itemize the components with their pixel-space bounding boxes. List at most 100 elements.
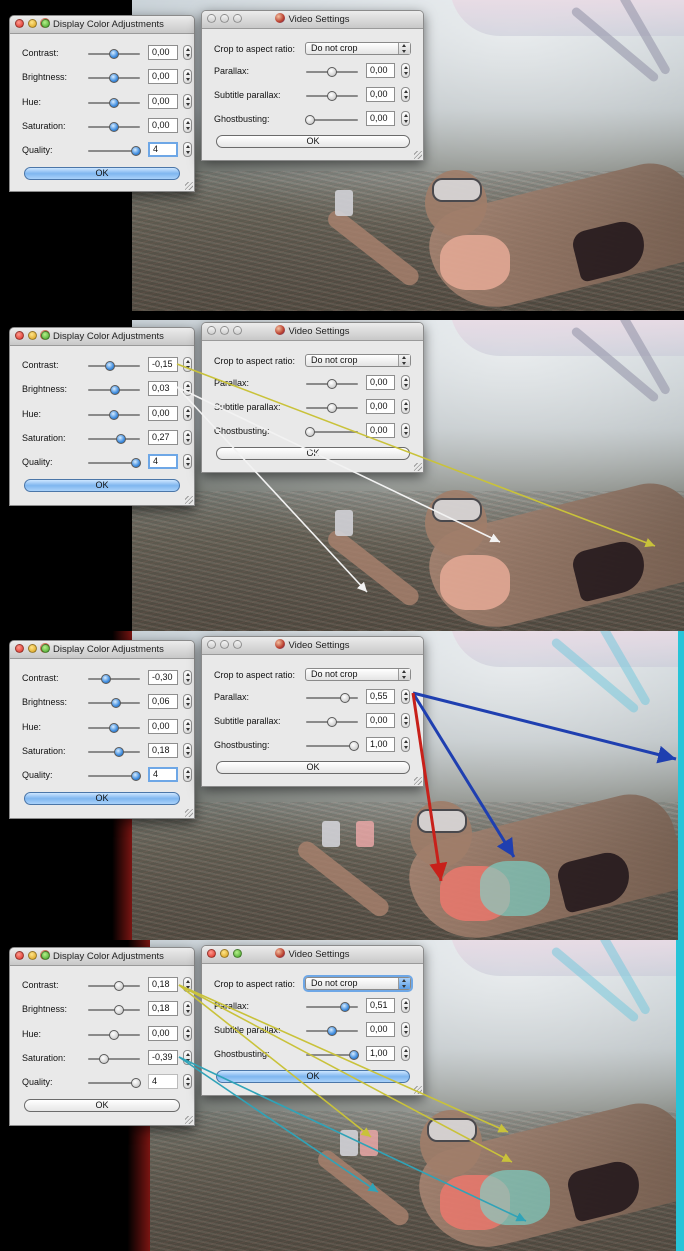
quality-value[interactable]: 4 <box>148 142 178 157</box>
slider-knob[interactable] <box>130 146 141 156</box>
ok-button[interactable]: OK <box>216 1070 410 1083</box>
quality-stepper[interactable] <box>183 142 192 157</box>
zoom-button[interactable] <box>233 640 242 649</box>
slider-knob[interactable] <box>305 427 316 437</box>
zoom-button[interactable] <box>41 644 50 653</box>
ok-button[interactable]: OK <box>216 135 410 148</box>
ghostbusting-value[interactable]: 1,00 <box>366 737 395 752</box>
zoom-button[interactable] <box>233 326 242 335</box>
brightness-stepper[interactable] <box>183 1001 192 1016</box>
window-titlebar[interactable]: Video Settings <box>202 637 423 655</box>
quality-value[interactable]: 4 <box>148 454 178 469</box>
ghostbusting-slider[interactable] <box>305 427 358 437</box>
saturation-slider[interactable] <box>88 434 140 444</box>
hue-value[interactable]: 0,00 <box>148 406 178 421</box>
hue-stepper[interactable] <box>183 94 192 109</box>
hue-slider[interactable] <box>88 723 140 733</box>
saturation-slider[interactable] <box>88 1054 140 1064</box>
close-button[interactable] <box>15 19 24 28</box>
slider-knob[interactable] <box>109 73 119 83</box>
zoom-button[interactable] <box>233 14 242 23</box>
slider-knob[interactable] <box>109 98 119 108</box>
contrast-value[interactable]: -0,15 <box>148 357 178 372</box>
window-titlebar[interactable]: Video Settings <box>202 323 423 341</box>
quality-slider[interactable] <box>88 146 141 156</box>
parallax-value[interactable]: 0,51 <box>366 998 395 1013</box>
hue-value[interactable]: 0,00 <box>148 1026 178 1041</box>
brightness-value[interactable]: 0,00 <box>148 69 178 84</box>
resize-grip[interactable] <box>414 151 422 159</box>
parallax-slider[interactable] <box>306 67 358 77</box>
window-titlebar[interactable]: Video Settings <box>202 11 423 29</box>
close-button[interactable] <box>15 331 24 340</box>
ghostbusting-value[interactable]: 0,00 <box>366 423 395 438</box>
saturation-slider[interactable] <box>88 122 140 132</box>
brightness-slider[interactable] <box>88 385 140 395</box>
ok-button[interactable]: OK <box>24 479 180 492</box>
parallax-slider[interactable] <box>306 379 358 389</box>
brightness-value[interactable]: 0,03 <box>148 381 178 396</box>
quality-value[interactable]: 4 <box>148 1074 178 1089</box>
slider-knob[interactable] <box>327 1026 337 1036</box>
ghostbusting-value[interactable]: 1,00 <box>366 1046 395 1061</box>
subtitle-parallax-slider[interactable] <box>306 403 358 413</box>
quality-slider[interactable] <box>88 458 141 468</box>
hue-stepper[interactable] <box>183 1026 192 1041</box>
saturation-value[interactable]: 0,18 <box>148 743 178 758</box>
resize-grip[interactable] <box>185 1116 193 1124</box>
subtitle-parallax-value[interactable]: 0,00 <box>366 87 395 102</box>
slider-knob[interactable] <box>130 771 141 781</box>
slider-knob[interactable] <box>305 115 316 125</box>
ghostbusting-slider[interactable] <box>306 1050 359 1060</box>
saturation-value[interactable]: 0,00 <box>148 118 178 133</box>
slider-knob[interactable] <box>110 698 121 708</box>
slider-knob[interactable] <box>109 385 120 395</box>
crop-select[interactable]: Do not crop <box>305 668 411 681</box>
slider-knob[interactable] <box>130 458 141 468</box>
resize-grip[interactable] <box>185 182 193 190</box>
subtitle-parallax-slider[interactable] <box>306 1026 358 1036</box>
ghostbusting-stepper[interactable] <box>401 737 410 752</box>
slider-knob[interactable] <box>327 67 337 77</box>
hue-value[interactable]: 0,00 <box>148 719 178 734</box>
slider-knob[interactable] <box>109 122 119 132</box>
minimize-button[interactable] <box>28 644 37 653</box>
ghostbusting-slider[interactable] <box>306 741 359 751</box>
hue-slider[interactable] <box>88 98 140 108</box>
brightness-slider[interactable] <box>88 73 140 83</box>
quality-slider[interactable] <box>88 771 141 781</box>
saturation-value[interactable]: 0,27 <box>148 430 178 445</box>
slider-knob[interactable] <box>348 741 359 751</box>
contrast-stepper[interactable] <box>183 977 192 992</box>
crop-select[interactable]: Do not crop <box>305 354 411 367</box>
ok-button[interactable]: OK <box>24 792 180 805</box>
hue-value[interactable]: 0,00 <box>148 94 178 109</box>
slider-knob[interactable] <box>327 717 337 727</box>
contrast-stepper[interactable] <box>183 357 192 372</box>
resize-grip[interactable] <box>414 777 422 785</box>
ok-button[interactable]: OK <box>216 761 410 774</box>
minimize-button[interactable] <box>220 640 229 649</box>
zoom-button[interactable] <box>41 331 50 340</box>
close-button[interactable] <box>15 951 24 960</box>
slider-knob[interactable] <box>113 747 124 757</box>
slider-knob[interactable] <box>101 674 112 684</box>
slider-knob[interactable] <box>109 723 119 733</box>
ghostbusting-value[interactable]: 0,00 <box>366 111 395 126</box>
contrast-stepper[interactable] <box>183 45 192 60</box>
saturation-value[interactable]: -0,39 <box>148 1050 178 1065</box>
subtitle-parallax-value[interactable]: 0,00 <box>366 1022 395 1037</box>
subtitle-parallax-value[interactable]: 0,00 <box>366 713 395 728</box>
brightness-value[interactable]: 0,06 <box>148 694 178 709</box>
resize-grip[interactable] <box>185 496 193 504</box>
slider-knob[interactable] <box>98 1054 109 1064</box>
ghostbusting-stepper[interactable] <box>401 111 410 126</box>
zoom-button[interactable] <box>41 19 50 28</box>
quality-value[interactable]: 4 <box>148 767 178 782</box>
ghostbusting-stepper[interactable] <box>401 1046 410 1061</box>
contrast-slider[interactable] <box>88 49 140 59</box>
brightness-stepper[interactable] <box>183 694 192 709</box>
slider-knob[interactable] <box>113 981 124 991</box>
hue-stepper[interactable] <box>183 406 192 421</box>
ok-button[interactable]: OK <box>24 1099 180 1112</box>
